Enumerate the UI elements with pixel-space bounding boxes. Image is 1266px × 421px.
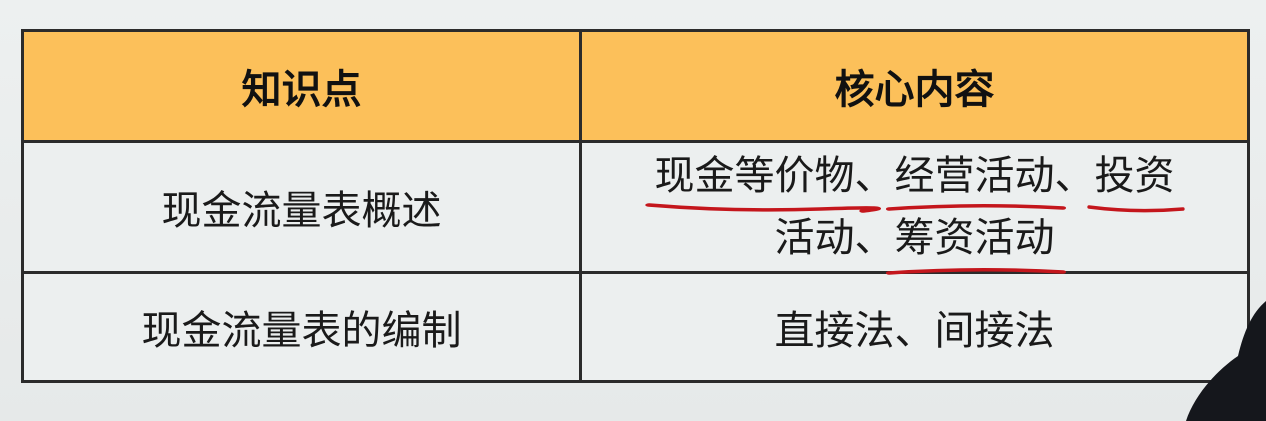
separator: 、 — [1054, 153, 1095, 199]
term-text: 现金等价物 — [654, 153, 855, 199]
content-lines: 现金等价物 、经营活动 、投资 活动、筹资活动 — [644, 145, 1185, 275]
table-header-row: 知识点 核心内容 — [21, 29, 1250, 143]
term-text: 活动 — [774, 215, 855, 261]
knowledge-table: 知识点 核心内容 现金流量表概述 现金等价物 、经营活动 、投资 活动、筹资活动 现… — [21, 29, 1250, 383]
table-row: 现金流量表概述 现金等价物 、经营活动 、投资 活动、筹资活动 — [21, 140, 1250, 275]
term-text: 经营活动 — [894, 153, 1055, 199]
term-text: 投资 — [1094, 153, 1175, 199]
presenter-silhouette — [1186, 301, 1266, 421]
separator: 、 — [854, 153, 895, 199]
underlined-term: 筹资活动 — [885, 207, 1066, 275]
red-underline — [885, 267, 1066, 275]
separator: 、 — [854, 215, 895, 261]
content-line-2: 活动、筹资活动 — [655, 207, 1175, 275]
underlined-term: 经营活动 — [885, 145, 1066, 211]
topic-cell: 现金流量表概述 — [21, 140, 582, 274]
content-line-1: 现金等价物 、经营活动 、投资 — [644, 145, 1185, 213]
red-underline — [1086, 205, 1185, 213]
header-content: 核心内容 — [579, 29, 1250, 143]
header-topic: 知识点 — [21, 29, 582, 143]
topic-cell: 现金流量表的编制 — [21, 271, 582, 383]
content-cell: 直接法、间接法 — [579, 271, 1250, 383]
red-underline — [644, 203, 881, 213]
term-text: 筹资活动 — [894, 215, 1055, 261]
underlined-term: 现金等价物 — [644, 145, 881, 213]
underlined-term: 投资 — [1086, 145, 1185, 213]
table-row: 现金流量表的编制 直接法、间接法 — [21, 271, 1250, 383]
slide: 知识点 核心内容 现金流量表概述 现金等价物 、经营活动 、投资 活动、筹资活动 现… — [0, 0, 1266, 421]
content-cell: 现金等价物 、经营活动 、投资 活动、筹资活动 — [579, 140, 1250, 275]
